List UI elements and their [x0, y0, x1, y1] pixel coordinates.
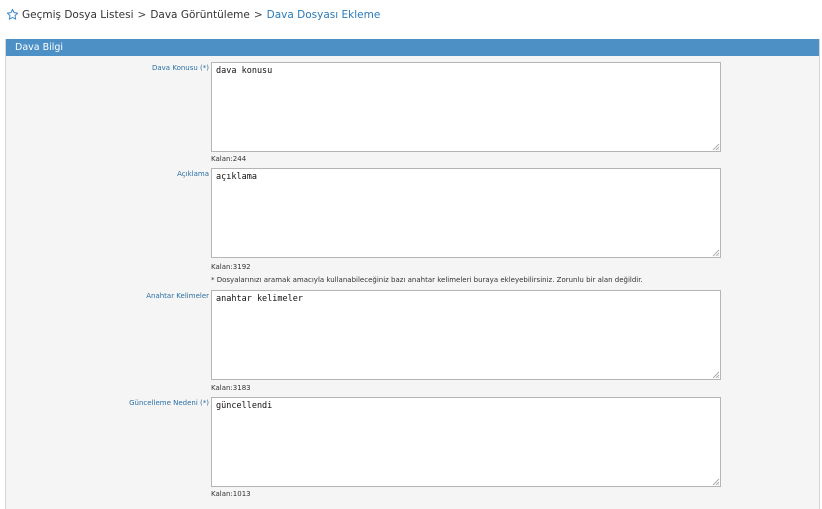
remaining-count: Kalan:3192	[211, 263, 251, 271]
remaining-count: Kalan:1013	[211, 490, 251, 498]
dava-bilgi-panel: Dava Bilgi Dava Konusu (*) dava konusu K…	[5, 39, 820, 509]
field-label-guncelleme-nedeni: Güncelleme Nedeni (*)	[129, 399, 209, 407]
aciklama-textarea[interactable]: açıklama	[211, 168, 721, 258]
breadcrumb-separator: >	[253, 8, 263, 21]
remaining-count: Kalan:244	[211, 155, 247, 163]
remaining-count: Kalan:3183	[211, 384, 251, 392]
field-label-dava-konusu: Dava Konusu (*)	[151, 64, 209, 72]
guncelleme-nedeni-textarea[interactable]: güncellendi	[211, 397, 721, 487]
field-label-anahtar-kelimeler: Anahtar Kelimeler	[146, 292, 209, 300]
dava-konusu-textarea[interactable]: dava konusu	[211, 62, 721, 152]
breadcrumb: Geçmiş Dosya Listesi > Dava Görüntüleme …	[6, 8, 380, 21]
field-label-aciklama: Açıklama	[177, 170, 209, 178]
breadcrumb-item-dava-goruntuleme[interactable]: Dava Görüntüleme	[150, 9, 250, 21]
star-icon[interactable]	[6, 8, 19, 21]
panel-title: Dava Bilgi	[6, 39, 819, 56]
breadcrumb-separator: >	[137, 8, 147, 21]
keywords-hint: * Dosyalarınızı aramak amacıyla kullanab…	[211, 276, 643, 284]
anahtar-kelimeler-textarea[interactable]: anahtar kelimeler	[211, 290, 721, 380]
breadcrumb-current: Dava Dosyası Ekleme	[266, 8, 381, 21]
breadcrumb-item-gecmis-dosya-listesi[interactable]: Geçmiş Dosya Listesi	[22, 9, 134, 21]
